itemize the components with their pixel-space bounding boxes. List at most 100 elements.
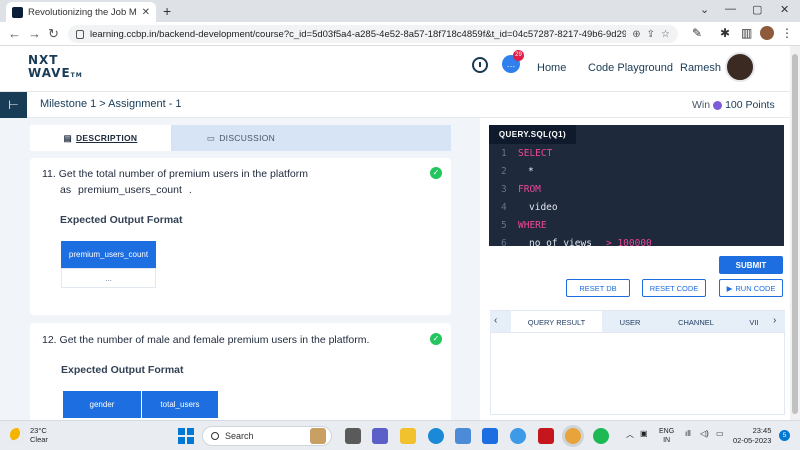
table-cell: ...: [61, 268, 156, 288]
tab-query-result[interactable]: QUERY RESULT: [511, 311, 602, 333]
notification-count[interactable]: 5: [779, 430, 790, 441]
code-line: 3 FROM: [501, 184, 541, 195]
question-number: 12.: [42, 334, 57, 346]
tab-channel[interactable]: CHANNEL: [658, 311, 734, 333]
time: 23:45: [752, 426, 772, 435]
search-highlight-icon: [310, 428, 326, 444]
task-view-icon[interactable]: [345, 428, 361, 444]
app-header: NXT WAVETM … 29 Home Code Playground Ram…: [0, 46, 790, 92]
query-result-area: [490, 332, 785, 415]
side-panel-icon[interactable]: ▥: [741, 26, 752, 40]
date: 02-05-2023: [733, 436, 772, 445]
query-controls: SUBMIT RESET DB RESET CODE ▶ RUN CODE ‹ …: [480, 246, 790, 420]
nav-code-playground[interactable]: Code Playground: [588, 62, 673, 74]
question-number: 11.: [42, 168, 56, 180]
url-text: learning.ccbp.in/backend-development/cou…: [90, 28, 627, 40]
spotify-icon[interactable]: [593, 428, 609, 444]
chevron-left-icon[interactable]: ‹: [494, 315, 497, 326]
tab-discussion[interactable]: ▭ DISCUSSION: [171, 125, 311, 151]
chevron-right-icon[interactable]: ›: [773, 315, 776, 326]
store-icon[interactable]: [455, 428, 471, 444]
avatar[interactable]: [725, 52, 755, 82]
teams-icon[interactable]: [372, 428, 388, 444]
new-tab-button[interactable]: +: [163, 3, 171, 19]
temperature: 23°C: [30, 426, 47, 435]
minimize-button[interactable]: —: [725, 3, 736, 15]
breadcrumb[interactable]: Milestone 1 > Assignment - 1: [40, 98, 182, 110]
question-card-12: 12. Get the number of male and female pr…: [30, 323, 451, 420]
browser-tab-bar: Revolutionizing the Job Market | ✕ + ⌄ —…: [0, 0, 800, 22]
lock-icon: [76, 29, 84, 39]
tab-description[interactable]: ▤ DESCRIPTION: [30, 125, 171, 151]
back-arrow-icon[interactable]: ←: [8, 26, 21, 41]
app-icon[interactable]: [482, 428, 498, 444]
tab-close-icon[interactable]: ✕: [142, 7, 150, 18]
left-tabs: ▤ DESCRIPTION ▭ DISCUSSION: [30, 125, 451, 151]
tab-query-sql[interactable]: QUERY.SQL(Q1): [489, 125, 576, 144]
points-value: 100 Points: [725, 99, 775, 111]
url-field[interactable]: learning.ccbp.in/backend-development/cou…: [68, 25, 678, 43]
nav-home[interactable]: Home: [537, 62, 566, 74]
site-favicon-icon: [12, 6, 23, 18]
submit-button[interactable]: SUBMIT: [719, 256, 783, 274]
volume-icon[interactable]: ◁): [700, 429, 709, 438]
reset-db-button[interactable]: RESET DB: [566, 279, 630, 297]
document-icon: ▤: [63, 132, 72, 143]
sidebar-toggle-icon[interactable]: ⊢: [0, 92, 27, 118]
run-code-button[interactable]: ▶ RUN CODE: [719, 279, 783, 297]
reset-code-button[interactable]: RESET CODE: [642, 279, 706, 297]
system-clock[interactable]: 23:45 02-05-2023: [733, 426, 771, 446]
chrome-icon[interactable]: [565, 428, 581, 444]
check-icon: ✓: [430, 167, 442, 179]
wifi-icon[interactable]: ıll: [685, 429, 691, 438]
browser-tab[interactable]: Revolutionizing the Job Market | ✕: [6, 2, 156, 22]
play-icon: ▶: [726, 283, 733, 293]
question-card-11: 11. Get the total number of premium user…: [30, 158, 451, 315]
maximize-button[interactable]: ▢: [752, 3, 762, 16]
app-tray-icon[interactable]: ▣: [640, 429, 648, 438]
bookmark-star-icon[interactable]: ☆: [661, 29, 670, 40]
share-icon[interactable]: ⇪: [647, 29, 655, 40]
weather-widget[interactable]: 23°C Clear: [10, 426, 48, 444]
edge-icon[interactable]: [428, 428, 444, 444]
close-window-button[interactable]: ✕: [780, 3, 789, 16]
table-header: total_users: [141, 391, 218, 418]
browser-menu-icon[interactable]: ⋮: [781, 26, 793, 40]
stopwatch-icon[interactable]: [472, 57, 488, 73]
browser-profile-avatar[interactable]: [760, 26, 774, 40]
page-scrollbar[interactable]: [790, 46, 800, 420]
expected-output-heading: Expected Output Format: [61, 364, 184, 376]
reload-icon[interactable]: ↻: [48, 26, 59, 42]
install-app-icon[interactable]: ⊕: [632, 29, 640, 40]
code-line: 1 SELECT: [501, 148, 553, 159]
file-explorer-icon[interactable]: [400, 428, 416, 444]
points-display: Win 100 Points: [692, 99, 775, 111]
user-name[interactable]: Ramesh: [680, 62, 721, 74]
question-text-line2: as premium_users_count .: [60, 184, 192, 196]
app-icon[interactable]: [510, 428, 526, 444]
forward-arrow-icon[interactable]: →: [28, 26, 41, 41]
tab-vii[interactable]: VII: [734, 311, 774, 333]
extensions-puzzle-icon[interactable]: ✱: [720, 26, 730, 40]
expected-output-heading: Expected Output Format: [60, 214, 183, 226]
table-header: premium_users_count: [61, 241, 156, 268]
description-panel: ▤ DESCRIPTION ▭ DISCUSSION 11. Get the t…: [0, 118, 480, 420]
show-hidden-icons-icon[interactable]: ︿: [626, 429, 634, 440]
scrollbar-thumb[interactable]: [792, 54, 798, 414]
moon-icon: [10, 428, 24, 442]
mcafee-icon[interactable]: [538, 428, 554, 444]
win-label: Win: [692, 99, 711, 111]
language-indicator[interactable]: ENG IN: [659, 427, 674, 445]
coin-icon: [713, 100, 723, 110]
code-line: 5 WHERE: [501, 220, 547, 231]
windows-start-icon[interactable]: [178, 428, 194, 444]
code-editor[interactable]: QUERY.SQL(Q1) 1 SELECT 2 * 3 FROM 4 video 5W…: [489, 125, 784, 246]
tab-search-icon[interactable]: ⌄: [700, 3, 709, 16]
notification-badge: 29: [513, 50, 524, 61]
battery-icon[interactable]: ▭: [716, 429, 724, 438]
search-icon: [211, 432, 219, 440]
extension-icon[interactable]: ✎: [692, 26, 702, 40]
nxtwave-logo[interactable]: NXT WAVETM: [28, 54, 83, 82]
comment-icon: ▭: [206, 132, 216, 143]
tab-user[interactable]: USER: [602, 311, 658, 333]
